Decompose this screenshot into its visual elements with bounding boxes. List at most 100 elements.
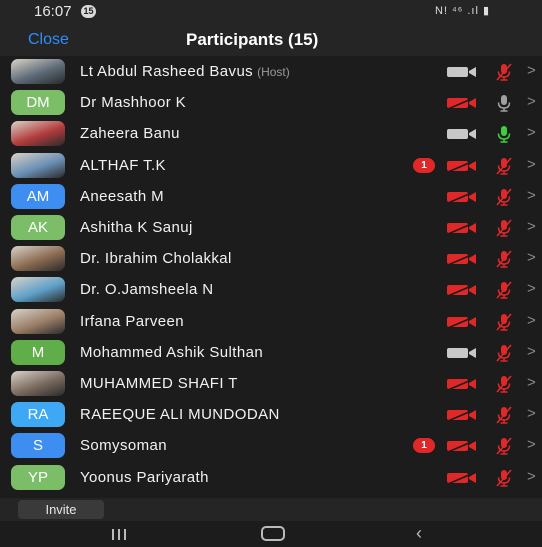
video-off-icon[interactable] bbox=[446, 314, 478, 329]
video-off-icon[interactable] bbox=[446, 408, 478, 422]
participant-name: Lt Abdul Rasheed Bavus (Host) bbox=[80, 63, 290, 80]
android-nav-bar: ‹ bbox=[0, 521, 542, 547]
video-off-icon[interactable] bbox=[446, 221, 478, 235]
video-on-icon[interactable] bbox=[446, 346, 478, 360]
system-indicators: N! ⁴⁶ .ıl ▮ bbox=[435, 5, 491, 17]
video-off-icon[interactable] bbox=[446, 470, 478, 485]
mic-muted-icon[interactable] bbox=[494, 218, 514, 238]
video-off-icon[interactable] bbox=[446, 96, 478, 110]
chevron-right-icon[interactable]: > bbox=[527, 93, 536, 110]
video-off-icon[interactable] bbox=[446, 190, 478, 204]
participant-row[interactable]: AK Ashitha K Sanuj > bbox=[0, 212, 542, 243]
invite-button[interactable]: Invite bbox=[18, 500, 104, 519]
mic-muted-icon[interactable] bbox=[494, 436, 514, 456]
mic-muted-icon[interactable] bbox=[494, 312, 514, 332]
mic-icon[interactable] bbox=[494, 93, 514, 113]
chevron-right-icon[interactable]: > bbox=[527, 405, 536, 422]
participant-row[interactable]: Zaheera Banu > bbox=[0, 118, 542, 149]
mic-muted-icon[interactable] bbox=[494, 187, 514, 207]
participant-name: Ashitha K Sanuj bbox=[80, 219, 193, 236]
chevron-right-icon[interactable]: > bbox=[527, 374, 536, 391]
chevron-right-icon[interactable]: > bbox=[527, 343, 536, 360]
participant-row[interactable]: M Mohammed Ashik Sulthan > bbox=[0, 337, 542, 368]
mic-muted-icon[interactable] bbox=[494, 249, 514, 269]
participant-name-text: Aneesath M bbox=[80, 187, 165, 205]
notification-badge: 15 bbox=[81, 5, 96, 18]
participants-header: Close Participants (15) bbox=[0, 22, 542, 56]
participant-name: Zaheera Banu bbox=[80, 125, 180, 142]
video-on-icon[interactable] bbox=[446, 127, 478, 141]
status-bar: 16:07 15 N! ⁴⁶ .ıl ▮ bbox=[0, 0, 542, 22]
chevron-right-icon[interactable]: > bbox=[527, 468, 536, 485]
participant-row[interactable]: AM Aneesath M > bbox=[0, 181, 542, 212]
avatar-photo bbox=[11, 371, 65, 396]
mic-muted-icon[interactable] bbox=[494, 374, 514, 394]
video-off-icon[interactable] bbox=[446, 252, 478, 266]
participant-row[interactable]: Dr. O.Jamsheela N > bbox=[0, 274, 542, 305]
mic-muted-icon[interactable] bbox=[494, 405, 514, 425]
mic-muted-icon[interactable] bbox=[494, 468, 514, 488]
chevron-right-icon[interactable]: > bbox=[527, 156, 536, 173]
mic-muted-icon[interactable] bbox=[494, 62, 514, 82]
avatar-initials: AK bbox=[11, 215, 65, 240]
participant-name: ALTHAF T.K bbox=[80, 157, 166, 174]
recent-apps-icon[interactable] bbox=[111, 529, 127, 540]
participant-row[interactable]: S Somysoman 1 > bbox=[0, 430, 542, 461]
participant-name: Somysoman bbox=[80, 437, 167, 454]
participant-row[interactable]: DM Dr Mashhoor K > bbox=[0, 87, 542, 118]
chevron-right-icon[interactable]: > bbox=[527, 280, 536, 297]
video-off-icon[interactable] bbox=[446, 283, 478, 298]
participant-row[interactable]: RA RAEEQUE ALI MUNDODAN > bbox=[0, 399, 542, 430]
participant-row[interactable]: Lt Abdul Rasheed Bavus (Host) > bbox=[0, 56, 542, 87]
participant-name: Dr Mashhoor K bbox=[80, 94, 186, 111]
chevron-right-icon[interactable]: > bbox=[527, 249, 536, 266]
avatar-photo bbox=[11, 308, 65, 334]
participant-name-text: Yoonus Pariyarath bbox=[80, 468, 209, 486]
chevron-right-icon[interactable]: > bbox=[527, 187, 536, 204]
invite-bar: Invite bbox=[0, 498, 542, 521]
avatar-photo bbox=[11, 152, 65, 178]
participant-name-text: Dr. O.Jamsheela N bbox=[80, 281, 214, 299]
status-time: 16:07 bbox=[34, 3, 72, 20]
participant-name: Mohammed Ashik Sulthan bbox=[80, 344, 263, 361]
chevron-right-icon[interactable]: > bbox=[527, 436, 536, 453]
avatar-initials: YP bbox=[11, 464, 65, 490]
participant-row[interactable]: Irfana Parveen > bbox=[0, 306, 542, 337]
close-button[interactable]: Close bbox=[28, 31, 69, 49]
participant-name: Dr. Ibrahim Cholakkal bbox=[80, 250, 232, 267]
avatar-photo bbox=[11, 59, 65, 84]
participant-name-text: RAEEQUE ALI MUNDODAN bbox=[80, 406, 280, 424]
avatar-initials: M bbox=[11, 339, 65, 365]
back-icon[interactable]: ‹ bbox=[416, 523, 422, 544]
participant-name-text: Irfana Parveen bbox=[80, 312, 184, 330]
chevron-right-icon[interactable]: > bbox=[527, 124, 536, 141]
participant-row[interactable]: YP Yoonus Pariyarath > bbox=[0, 462, 542, 493]
participant-row[interactable]: Dr. Ibrahim Cholakkal > bbox=[0, 243, 542, 274]
video-on-icon[interactable] bbox=[446, 65, 478, 79]
avatar-photo bbox=[11, 121, 65, 147]
home-icon[interactable] bbox=[261, 526, 285, 541]
mic-muted-icon[interactable] bbox=[494, 280, 514, 300]
chevron-right-icon[interactable]: > bbox=[527, 62, 536, 79]
mic-active-icon[interactable] bbox=[494, 124, 514, 144]
chevron-right-icon[interactable]: > bbox=[527, 312, 536, 329]
participant-name: RAEEQUE ALI MUNDODAN bbox=[80, 406, 280, 423]
avatar-initials: RA bbox=[11, 402, 65, 428]
video-off-icon[interactable] bbox=[446, 158, 478, 173]
participant-row[interactable]: ALTHAF T.K 1 > bbox=[0, 150, 542, 181]
avatar-initials: DM bbox=[11, 90, 65, 116]
participant-name-text: Mohammed Ashik Sulthan bbox=[80, 343, 264, 361]
participant-row[interactable]: MUHAMMED SHAFI T > bbox=[0, 368, 542, 399]
video-off-icon[interactable] bbox=[446, 377, 478, 391]
participant-name-text: Lt Abdul Rasheed Bavus bbox=[80, 63, 254, 80]
participant-name: MUHAMMED SHAFI T bbox=[80, 375, 238, 392]
participant-name-text: Dr Mashhoor K bbox=[80, 94, 187, 112]
chevron-right-icon[interactable]: > bbox=[527, 218, 536, 235]
mic-muted-icon[interactable] bbox=[494, 343, 514, 363]
mic-muted-icon[interactable] bbox=[494, 156, 514, 176]
page-title: Participants (15) bbox=[186, 30, 319, 49]
participant-name-text: Dr. Ibrahim Cholakkal bbox=[80, 250, 232, 268]
participant-name-text: Zaheera Banu bbox=[80, 125, 180, 143]
avatar-initials: S bbox=[11, 433, 65, 459]
video-off-icon[interactable] bbox=[446, 439, 478, 454]
